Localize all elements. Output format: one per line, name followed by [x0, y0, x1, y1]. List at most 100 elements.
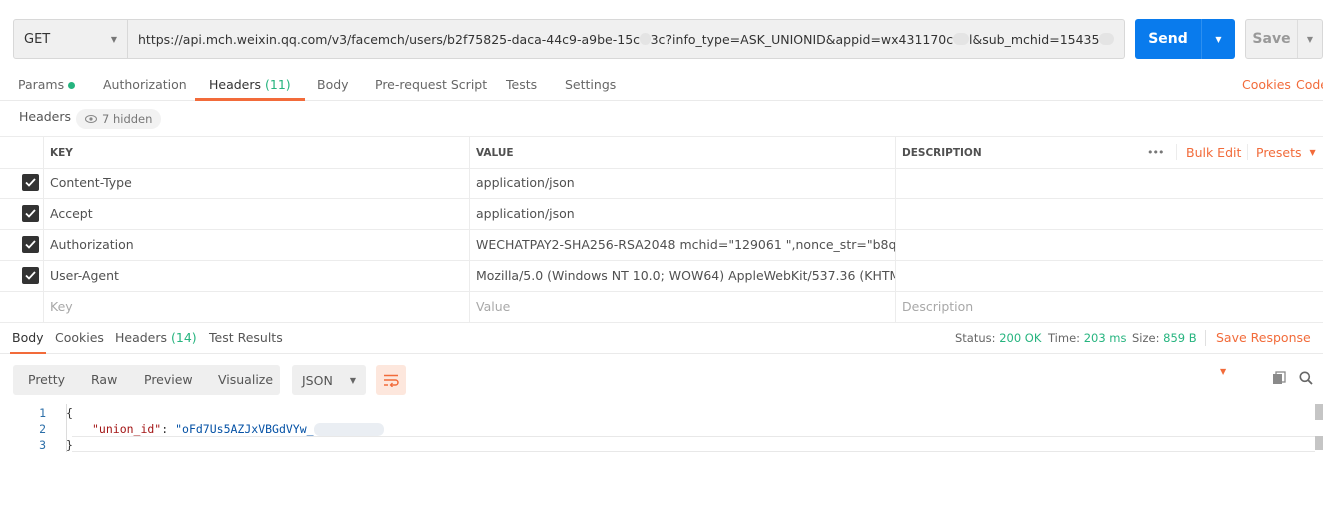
- row-enabled-checkbox[interactable]: [22, 205, 39, 222]
- chevron-down-icon: ▼: [349, 375, 356, 385]
- response-headers-count: (14): [171, 330, 197, 345]
- url-text-3: l&sub_mchid=15435: [969, 31, 1100, 47]
- row-enabled-checkbox[interactable]: [22, 267, 39, 284]
- header-value-tail: ",nonce_str="b8q4...: [785, 237, 895, 252]
- row-enabled-checkbox[interactable]: [22, 174, 39, 191]
- search-icon[interactable]: [1299, 371, 1313, 388]
- header-description-cell[interactable]: [895, 260, 1323, 291]
- row-enabled-checkbox[interactable]: [22, 236, 39, 253]
- eye-icon: [85, 115, 97, 123]
- new-header-row: Key Value Description: [0, 291, 1323, 323]
- response-tab-headers[interactable]: Headers (14): [115, 322, 197, 354]
- url-text-2: 3c?info_type=ASK_UNIONID&appid=wx431170c: [650, 31, 954, 47]
- presets-dropdown[interactable]: Presets ▼: [1249, 137, 1323, 168]
- size-label: Size:: [1132, 331, 1160, 345]
- cookies-link[interactable]: Cookies: [1242, 70, 1291, 101]
- header-description-cell[interactable]: [895, 198, 1323, 229]
- time-label: Time:: [1048, 331, 1081, 345]
- header-value-cell[interactable]: WECHATPAY2-SHA256-RSA2048 mchid="129061 …: [469, 229, 895, 260]
- response-tab-body[interactable]: Body: [10, 322, 46, 354]
- code-link-label: Code: [1296, 77, 1323, 92]
- check-icon: [25, 209, 36, 218]
- size-value[interactable]: 859 B: [1163, 331, 1197, 345]
- header-description-cell[interactable]: [895, 229, 1323, 260]
- more-options-icon[interactable]: •••: [1140, 137, 1176, 168]
- chevron-down-icon[interactable]: ▼: [1297, 20, 1322, 58]
- method-label: GET: [24, 31, 51, 47]
- response-format-select[interactable]: JSON ▼: [292, 365, 366, 395]
- view-pretty-button[interactable]: Pretty: [28, 365, 65, 395]
- cookies-link-label: Cookies: [1242, 77, 1291, 92]
- response-tab-test-results[interactable]: Test Results: [209, 322, 283, 354]
- bulk-edit-link[interactable]: Bulk Edit: [1179, 137, 1247, 168]
- size-readout: Size: 859 B: [1132, 322, 1197, 354]
- save-response-dropdown[interactable]: Save Response ▼: [1216, 322, 1323, 376]
- request-tabs: Params Authorization Headers (11) Body P…: [0, 70, 1323, 101]
- header-description-cell[interactable]: [895, 167, 1323, 198]
- save-button[interactable]: Save ▼: [1245, 19, 1323, 59]
- editor-scrollbar-marker: [1315, 436, 1323, 450]
- json-colon: :: [161, 422, 176, 436]
- header-value-cell[interactable]: application/json: [469, 167, 895, 198]
- check-icon: [25, 271, 36, 280]
- table-row: Accept application/json: [0, 198, 1323, 230]
- header-key-cell[interactable]: Content-Type: [43, 167, 469, 198]
- editor-scrollbar[interactable]: [1315, 404, 1323, 420]
- tab-prerequest-label: Pre-request Script: [375, 77, 488, 92]
- active-line-highlight: [72, 436, 1315, 452]
- tab-settings[interactable]: Settings: [565, 70, 616, 101]
- line-number: 2: [39, 422, 46, 436]
- new-value-input[interactable]: Value: [469, 291, 895, 322]
- time-value[interactable]: 203 ms: [1084, 331, 1127, 345]
- send-label: Send: [1148, 31, 1188, 47]
- tab-prerequest[interactable]: Pre-request Script: [375, 70, 487, 101]
- tab-authorization[interactable]: Authorization: [103, 70, 187, 101]
- response-tab-cookies-label: Cookies: [55, 330, 104, 345]
- wrap-lines-button[interactable]: [376, 365, 406, 395]
- header-value-cell[interactable]: application/json: [469, 198, 895, 229]
- column-key-header: KEY: [50, 146, 73, 159]
- code-line-2: "union_id": "oFd7Us5AZJxVBGdVYw_: [92, 422, 384, 436]
- response-view-modes: Pretty Raw Preview Visualize: [13, 365, 280, 395]
- tab-tests-label: Tests: [506, 77, 538, 92]
- line-number: 3: [39, 438, 46, 452]
- save-label: Save: [1252, 31, 1291, 47]
- new-key-input[interactable]: Key: [43, 291, 469, 322]
- response-tab-cookies[interactable]: Cookies: [55, 322, 104, 354]
- json-key: "union_id": [92, 422, 162, 436]
- code-link[interactable]: Code: [1296, 70, 1323, 101]
- url-text-1: https://api.mch.weixin.qq.com/v3/facemch…: [138, 31, 641, 47]
- tab-headers[interactable]: Headers (11): [195, 70, 305, 101]
- chevron-down-icon: ▼: [1309, 148, 1316, 157]
- header-value-cell[interactable]: Mozilla/5.0 (Windows NT 10.0; WOW64) App…: [469, 260, 895, 291]
- chevron-down-icon[interactable]: ▼: [1201, 19, 1235, 59]
- view-preview-button[interactable]: Preview: [144, 365, 193, 395]
- redacted-blur: [953, 33, 969, 45]
- new-description-input[interactable]: Description: [895, 291, 1323, 322]
- presets-label: Presets: [1256, 145, 1302, 160]
- header-key-cell[interactable]: Authorization: [43, 229, 469, 260]
- table-header-row: KEY VALUE DESCRIPTION ••• Bulk Edit Pres…: [0, 136, 1323, 169]
- redacted-blur: [313, 423, 384, 436]
- column-value-header: VALUE: [476, 146, 514, 159]
- tab-tests[interactable]: Tests: [506, 70, 537, 101]
- response-tab-headers-label: Headers: [115, 330, 168, 345]
- status-value[interactable]: 200 OK: [999, 331, 1041, 345]
- hidden-headers-toggle[interactable]: 7 hidden: [76, 109, 162, 129]
- send-button[interactable]: Send ▼: [1135, 19, 1235, 59]
- check-icon: [25, 240, 36, 249]
- copy-icon[interactable]: [1272, 371, 1286, 388]
- tab-params[interactable]: Params: [18, 70, 76, 101]
- tab-body[interactable]: Body: [317, 70, 349, 101]
- redacted-blur: [1099, 33, 1114, 45]
- view-raw-button[interactable]: Raw: [91, 365, 117, 395]
- time-readout: Time: 203 ms: [1048, 322, 1127, 354]
- response-header-bar: Body Cookies Headers (14) Test Results S…: [0, 322, 1323, 376]
- method-select[interactable]: GET ▼: [13, 19, 128, 59]
- redacted-blur: [640, 33, 651, 45]
- url-input[interactable]: https://api.mch.weixin.qq.com/v3/facemch…: [128, 19, 1125, 59]
- header-key-cell[interactable]: Accept: [43, 198, 469, 229]
- header-key-cell[interactable]: User-Agent: [43, 260, 469, 291]
- tab-headers-count: (11): [265, 77, 291, 92]
- view-visualize-button[interactable]: Visualize: [218, 365, 273, 395]
